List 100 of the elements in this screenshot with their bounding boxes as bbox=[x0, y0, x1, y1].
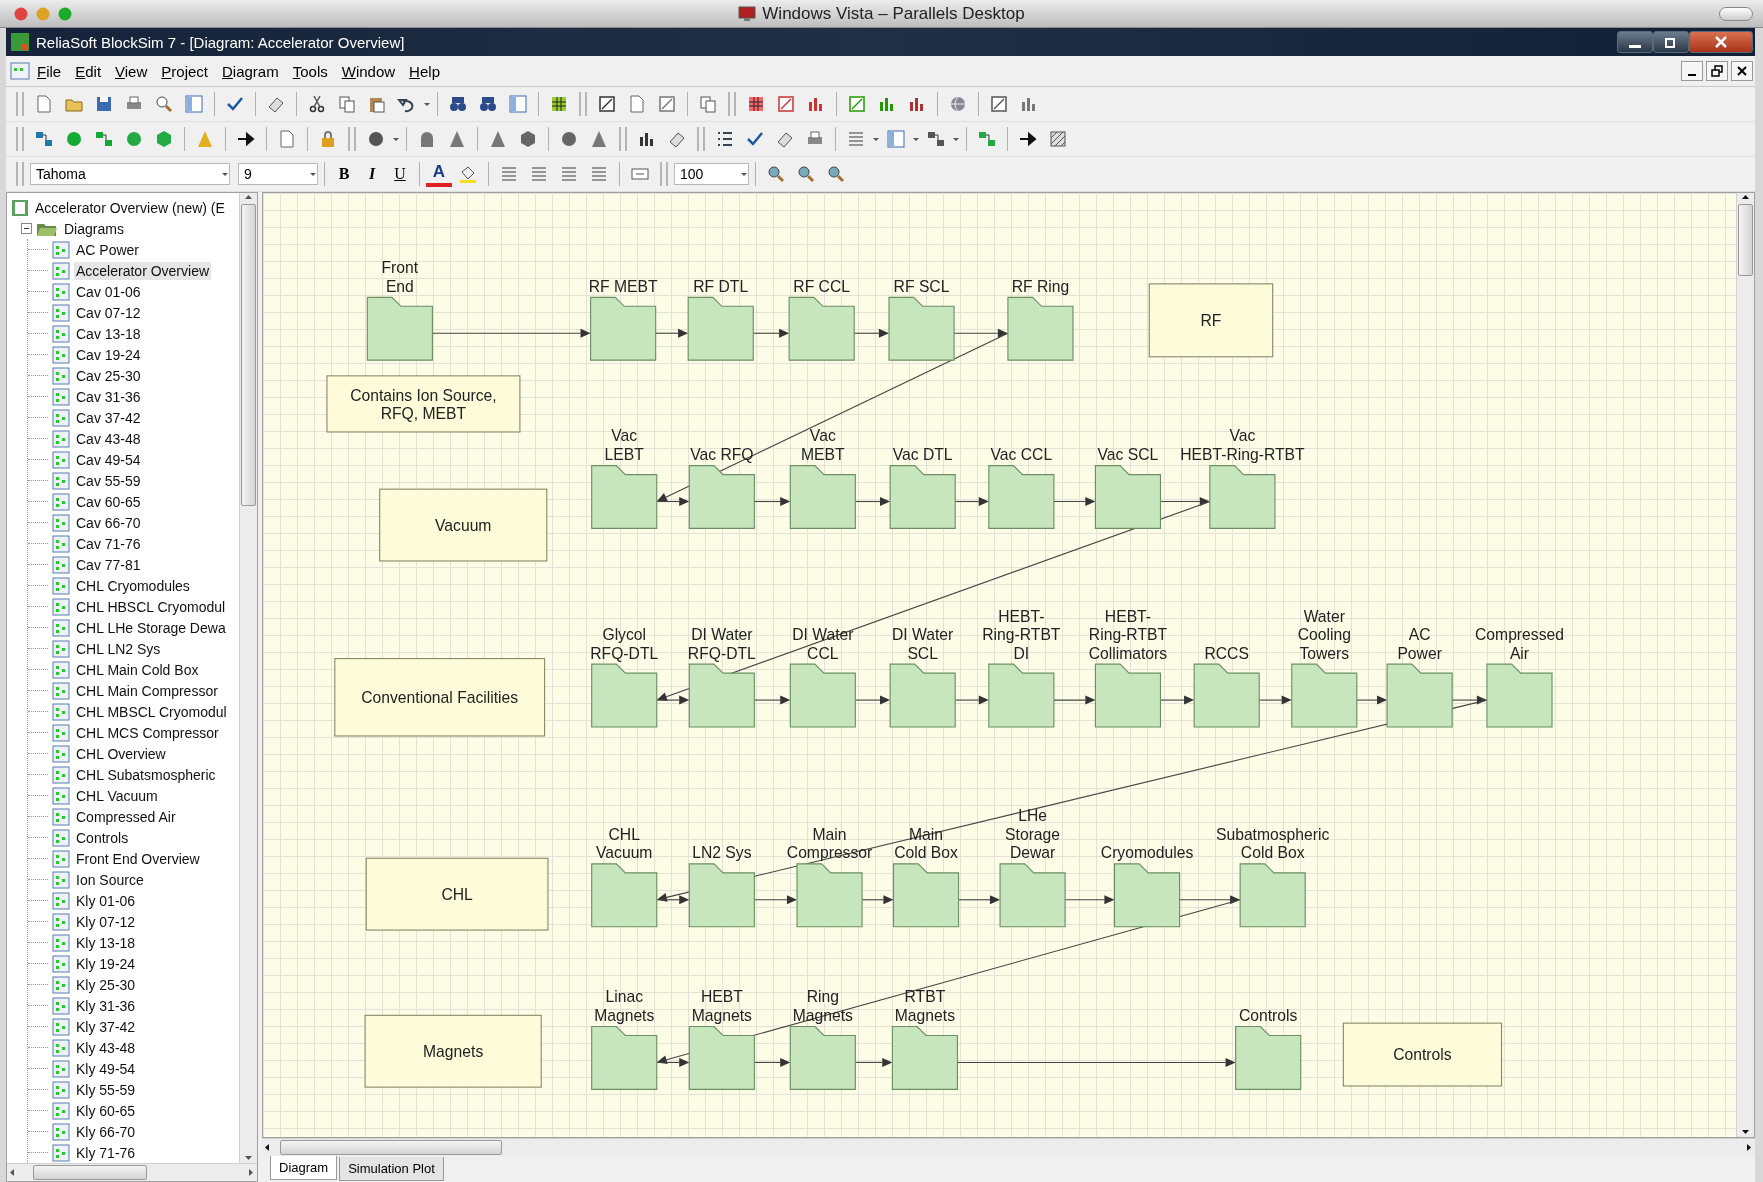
folder-block[interactable] bbox=[688, 465, 755, 529]
page-icon[interactable] bbox=[34, 94, 54, 114]
tree-item[interactable]: Cav 43-48 bbox=[74, 429, 143, 448]
folder-block[interactable] bbox=[892, 863, 960, 928]
tree-item[interactable]: Kly 07-12 bbox=[74, 912, 138, 931]
blocks-icon[interactable] bbox=[977, 129, 997, 149]
toolbar-grip[interactable] bbox=[16, 127, 24, 151]
folder-block[interactable] bbox=[796, 863, 863, 928]
tree-item[interactable]: CHL MBSCL Cryomodul bbox=[74, 702, 229, 721]
scroll-thumb[interactable] bbox=[1738, 204, 1753, 276]
copy-icon[interactable] bbox=[337, 94, 357, 114]
folder-block[interactable] bbox=[590, 296, 657, 361]
tree-item[interactable]: Cav 31-36 bbox=[74, 387, 143, 406]
tree-item[interactable]: Diagrams bbox=[62, 219, 126, 238]
globe-icon[interactable] bbox=[948, 94, 968, 114]
folder-block[interactable] bbox=[999, 863, 1066, 928]
panel-icon[interactable] bbox=[184, 94, 204, 114]
toolbar-grip[interactable] bbox=[619, 127, 627, 151]
close-button[interactable] bbox=[1731, 61, 1753, 81]
tree-item[interactable]: Cav 66-70 bbox=[74, 513, 143, 532]
circle-icon[interactable] bbox=[366, 129, 386, 149]
folder-block[interactable] bbox=[1113, 863, 1181, 928]
scroll-up-icon[interactable] bbox=[244, 193, 253, 202]
triangle-icon[interactable] bbox=[447, 129, 467, 149]
tree-item[interactable]: CHL Main Compressor bbox=[74, 681, 220, 700]
page-icon[interactable] bbox=[277, 129, 297, 149]
scroll-thumb[interactable] bbox=[241, 204, 256, 506]
tree-item[interactable]: Ion Source bbox=[74, 870, 146, 889]
tree-item[interactable]: Cav 49-54 bbox=[74, 450, 143, 469]
blocks-icon[interactable] bbox=[34, 129, 54, 149]
tree-item[interactable]: CHL Overview bbox=[74, 744, 168, 763]
triangle-icon[interactable] bbox=[589, 129, 609, 149]
tab[interactable]: Diagram bbox=[270, 1156, 338, 1180]
copy-icon[interactable] bbox=[698, 94, 718, 114]
binoculars-icon[interactable] bbox=[478, 94, 498, 114]
tree-item[interactable]: AC Power bbox=[74, 240, 142, 259]
menu-item[interactable]: Project bbox=[154, 62, 215, 80]
hexagon-icon[interactable] bbox=[518, 129, 538, 149]
font-color-button[interactable]: A bbox=[426, 161, 452, 187]
document-menu-icon[interactable] bbox=[10, 62, 30, 80]
toolbar-grip[interactable] bbox=[660, 162, 668, 186]
minimize-button[interactable] bbox=[1681, 61, 1703, 81]
folder-block[interactable] bbox=[591, 863, 658, 928]
tree-item[interactable]: Cav 25-30 bbox=[74, 366, 143, 385]
maximize-button[interactable] bbox=[1653, 31, 1689, 53]
folder-block[interactable] bbox=[366, 296, 433, 361]
circle-icon[interactable] bbox=[64, 129, 84, 149]
fill-bucket-icon[interactable] bbox=[458, 164, 478, 184]
grid-icon[interactable] bbox=[549, 94, 569, 114]
folder-block[interactable] bbox=[889, 663, 956, 728]
hexagon-icon[interactable] bbox=[154, 129, 174, 149]
scrollbar[interactable] bbox=[239, 193, 257, 1163]
tree-item[interactable]: Accelerator Overview (new) (E bbox=[33, 198, 227, 217]
menu-item[interactable]: Window bbox=[334, 62, 403, 80]
toolbar-grip[interactable] bbox=[579, 92, 587, 116]
tree-item[interactable]: CHL MCS Compressor bbox=[74, 723, 221, 742]
menu-item[interactable]: Help bbox=[402, 62, 447, 80]
menu-item[interactable]: View bbox=[108, 62, 155, 80]
toolbar-grip[interactable] bbox=[728, 92, 736, 116]
tree-item[interactable]: Cav 01-06 bbox=[74, 282, 143, 301]
collapse-toggle-icon[interactable] bbox=[21, 223, 32, 234]
tree-item[interactable]: CHL Subatsmospheric bbox=[74, 765, 218, 784]
window-control-icon[interactable] bbox=[14, 6, 28, 21]
list-icon[interactable] bbox=[715, 129, 735, 149]
tree-item[interactable]: Kly 13-18 bbox=[74, 933, 138, 952]
blocks-icon[interactable] bbox=[94, 129, 114, 149]
align-lines-icon[interactable] bbox=[589, 164, 609, 184]
tree-item[interactable]: Front End Overview bbox=[74, 849, 202, 868]
menu-item[interactable]: File bbox=[30, 62, 69, 80]
tree-item[interactable]: Kly 31-36 bbox=[74, 996, 138, 1015]
triangle-icon[interactable] bbox=[488, 129, 508, 149]
tree-item[interactable]: Cav 19-24 bbox=[74, 345, 143, 364]
menu-item[interactable]: Edit bbox=[68, 62, 109, 80]
diagonal-square-icon[interactable] bbox=[989, 94, 1009, 114]
toolbar-grip[interactable] bbox=[16, 162, 24, 186]
tree-item[interactable]: Kly 43-48 bbox=[74, 1038, 138, 1057]
folder-block[interactable] bbox=[1007, 296, 1074, 361]
tree-item[interactable]: Kly 55-59 bbox=[74, 1080, 138, 1099]
align-lines-icon[interactable] bbox=[559, 164, 579, 184]
menu-item[interactable]: Tools bbox=[285, 62, 335, 80]
zoom-in-icon[interactable] bbox=[796, 164, 816, 184]
folder-block[interactable] bbox=[687, 296, 754, 361]
diagram-canvas[interactable] bbox=[263, 193, 1736, 1137]
folder-block[interactable] bbox=[789, 1026, 856, 1090]
folder-block[interactable] bbox=[888, 296, 955, 361]
folder-block[interactable] bbox=[1193, 663, 1260, 728]
folder-block[interactable] bbox=[591, 465, 658, 529]
hatch-icon[interactable] bbox=[1048, 129, 1068, 149]
tree-item[interactable]: Cav 71-76 bbox=[74, 534, 143, 553]
scroll-thumb[interactable] bbox=[280, 1140, 502, 1155]
tree-item[interactable]: CHL Cryomodules bbox=[74, 576, 192, 595]
tree-item[interactable]: Kly 37-42 bbox=[74, 1017, 138, 1036]
font-dropdown[interactable]: Tahoma bbox=[30, 163, 230, 185]
align-icon[interactable] bbox=[846, 129, 866, 149]
folder-block[interactable] bbox=[1209, 465, 1276, 529]
grid-icon[interactable] bbox=[746, 94, 766, 114]
circle-icon[interactable] bbox=[559, 129, 579, 149]
folder-block[interactable] bbox=[688, 1026, 755, 1090]
tree-item[interactable]: Cav 37-42 bbox=[74, 408, 143, 427]
toolbar-grip[interactable] bbox=[697, 127, 705, 151]
